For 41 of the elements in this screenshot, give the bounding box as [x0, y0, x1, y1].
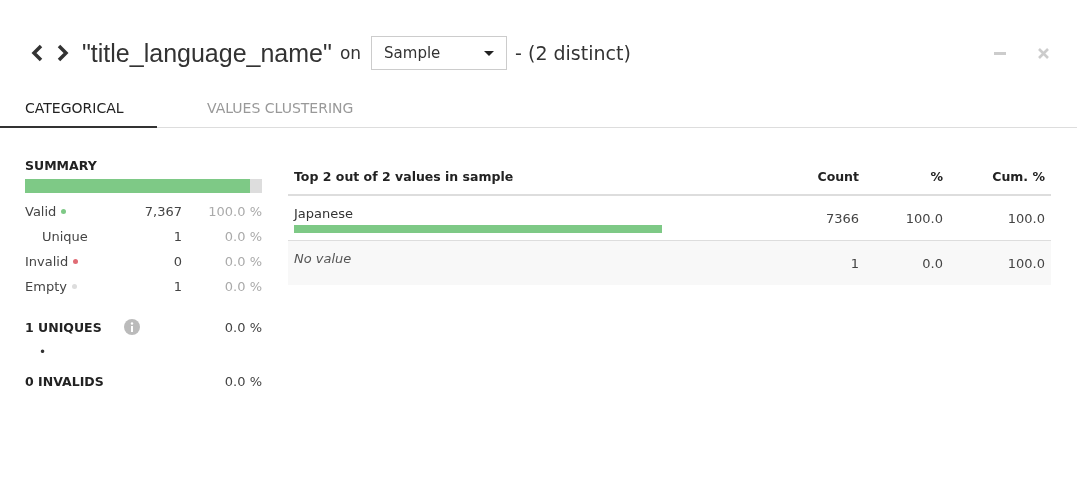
- section-title: 0 INVALIDS: [25, 373, 104, 389]
- on-label: on: [339, 43, 362, 63]
- stat-label: Invalid: [25, 254, 69, 269]
- table-cell-text: No value: [294, 251, 353, 266]
- back-chevron-icon[interactable]: [30, 43, 44, 63]
- close-icon[interactable]: [1038, 47, 1049, 59]
- tab[interactable]: CATEGORICAL: [0, 92, 157, 128]
- stat-count: 7,367: [143, 204, 182, 219]
- table-cell-text: 0.0: [921, 255, 944, 271]
- info-icon[interactable]: [123, 319, 140, 335]
- table-cell-text: 100.0: [904, 210, 944, 226]
- table-cell-text: Japanese: [294, 206, 355, 221]
- minimize-icon[interactable]: [994, 51, 1006, 55]
- column-header: %: [929, 168, 944, 184]
- bullet: •: [38, 344, 48, 361]
- section-percent: 0.0 %: [224, 373, 262, 389]
- stat-label: Valid: [25, 204, 57, 219]
- stat-percent: 100.0 %: [207, 204, 262, 219]
- stat-count: 0: [172, 254, 182, 269]
- column-header: Top 2 out of 2 values in sample: [293, 168, 515, 184]
- stat-percent: 0.0 %: [223, 279, 262, 294]
- sample-dropdown[interactable]: Sample: [371, 36, 508, 70]
- table-cell-text: 100.0: [1006, 210, 1046, 226]
- table-cell-text: 100.0: [1006, 255, 1046, 271]
- table-cell-text: 1: [849, 255, 860, 271]
- distinct-count: - (2 distinct): [515, 42, 631, 64]
- forward-chevron-icon[interactable]: [56, 43, 70, 63]
- stat-percent: 0.0 %: [223, 254, 262, 269]
- column-name: "title_language_name": [82, 38, 332, 68]
- stat-count: 1: [172, 279, 182, 294]
- section-title: SUMMARY: [25, 158, 98, 173]
- stat-count: 1: [172, 229, 182, 244]
- table-cell-text: 7366: [824, 210, 860, 226]
- caret-icon: [484, 50, 495, 56]
- column-header: Count: [816, 168, 860, 184]
- stat-label: Empty: [25, 279, 67, 294]
- stat-percent: 0.0 %: [223, 229, 262, 244]
- section-title: 1 UNIQUES: [25, 319, 102, 335]
- section-percent: 0.0 %: [224, 319, 262, 335]
- stat-label: Unique: [42, 229, 88, 244]
- column-header: Cum. %: [991, 168, 1046, 184]
